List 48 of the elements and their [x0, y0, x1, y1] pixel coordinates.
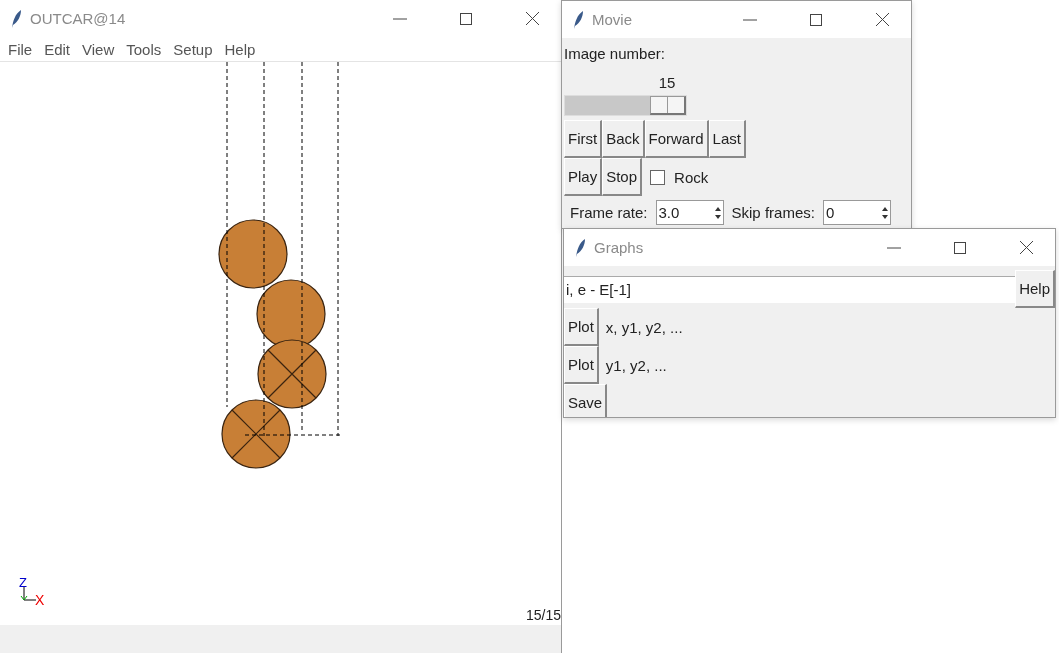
close-icon[interactable]: [525, 12, 539, 25]
nav-button[interactable]: Back: [602, 120, 645, 158]
window-title: Graphs: [594, 239, 645, 256]
menu-item[interactable]: Edit: [38, 40, 77, 58]
image-number-label: Image number:: [564, 44, 665, 62]
feather-icon: [574, 237, 586, 258]
save-button[interactable]: Save: [564, 384, 608, 417]
slider-value: 15: [658, 74, 676, 91]
axis-label: X: [35, 592, 45, 608]
minimize-icon[interactable]: [743, 18, 757, 21]
image-slider[interactable]: [564, 95, 687, 116]
frame-rate-field[interactable]: 3.0: [655, 200, 724, 225]
nav-button[interactable]: Last: [708, 120, 746, 158]
skip-frames-label: Skip frames:: [731, 204, 815, 221]
maximize-icon[interactable]: [810, 13, 822, 26]
slider-thumb[interactable]: [650, 96, 686, 115]
axes-drawing: [20, 585, 37, 601]
plot-format-label: x, y1, y2, ...: [605, 318, 683, 336]
playback-button[interactable]: Stop: [602, 158, 643, 196]
axis-label: Z: [19, 575, 27, 590]
nav-button[interactable]: Forward: [644, 120, 709, 158]
rock-label: Rock: [674, 168, 709, 186]
plot-format-label: y1, y2, ...: [605, 356, 667, 374]
menu-item[interactable]: Help: [218, 40, 262, 58]
maximize-icon[interactable]: [460, 12, 472, 25]
plot-button[interactable]: Plot: [564, 308, 599, 346]
minimize-icon[interactable]: [393, 17, 407, 20]
window-title: OUTCAR@14: [30, 10, 127, 27]
playback-button[interactable]: Play: [564, 158, 603, 196]
frame-rate-label: Frame rate:: [570, 204, 648, 221]
skip-frames-field[interactable]: 0: [822, 200, 891, 225]
menu-item[interactable]: File: [2, 40, 39, 58]
help-button[interactable]: Help: [1015, 270, 1055, 308]
frame-counter: 15/15: [525, 607, 561, 623]
minimize-icon[interactable]: [887, 246, 901, 249]
feather-icon: [10, 8, 22, 29]
menu-item[interactable]: Tools: [120, 40, 168, 58]
expression-field[interactable]: i, e - E[-1]: [564, 275, 1016, 303]
menu-item[interactable]: View: [76, 40, 121, 58]
feather-icon: [572, 9, 584, 30]
plot-button[interactable]: Plot: [564, 346, 599, 384]
menu-item[interactable]: Setup: [167, 40, 219, 58]
close-icon[interactable]: [1019, 241, 1033, 254]
nav-button[interactable]: First: [564, 120, 603, 158]
rock-checkbox[interactable]: [650, 169, 666, 185]
close-icon[interactable]: [875, 13, 889, 26]
window-title: Movie: [592, 11, 633, 28]
maximize-icon[interactable]: [954, 241, 966, 254]
